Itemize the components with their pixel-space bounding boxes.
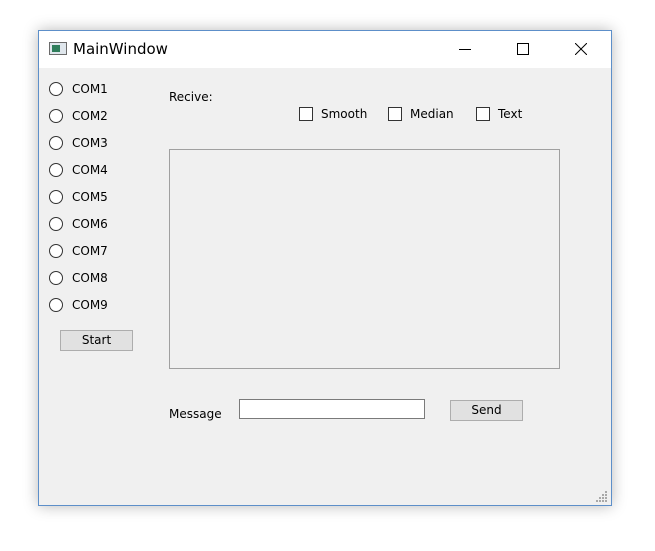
radio-com2[interactable]: COM2 — [49, 107, 108, 125]
radio-label: COM3 — [72, 136, 108, 150]
radio-label: COM5 — [72, 190, 108, 204]
radio-com1[interactable]: COM1 — [49, 80, 108, 98]
maximize-icon — [517, 43, 529, 55]
checkbox-text[interactable]: Text — [476, 106, 522, 122]
radio-indicator[interactable] — [49, 298, 63, 312]
receive-output-area[interactable] — [169, 149, 560, 369]
radio-indicator[interactable] — [49, 109, 63, 123]
radio-indicator[interactable] — [49, 136, 63, 150]
radio-indicator[interactable] — [49, 217, 63, 231]
radio-indicator[interactable] — [49, 190, 63, 204]
checkbox-indicator[interactable] — [388, 107, 402, 121]
minimize-button[interactable] — [442, 31, 488, 68]
radio-label: COM8 — [72, 271, 108, 285]
checkbox-indicator[interactable] — [476, 107, 490, 121]
radio-com3[interactable]: COM3 — [49, 134, 108, 152]
radio-label: COM2 — [72, 109, 108, 123]
radio-indicator[interactable] — [49, 163, 63, 177]
radio-label: COM1 — [72, 82, 108, 96]
radio-indicator[interactable] — [49, 271, 63, 285]
radio-com8[interactable]: COM8 — [49, 269, 108, 287]
close-icon — [575, 43, 587, 55]
send-button[interactable]: Send — [450, 400, 523, 421]
main-window: MainWindow COM1 COM2 COM3 COM4 COM5 COM6… — [38, 30, 612, 506]
checkbox-smooth[interactable]: Smooth — [299, 106, 367, 122]
radio-indicator[interactable] — [49, 244, 63, 258]
radio-label: COM7 — [72, 244, 108, 258]
radio-com4[interactable]: COM4 — [49, 161, 108, 179]
start-button[interactable]: Start — [60, 330, 133, 351]
radio-com5[interactable]: COM5 — [49, 188, 108, 206]
radio-com9[interactable]: COM9 — [49, 296, 108, 314]
maximize-button[interactable] — [500, 31, 546, 68]
radio-com7[interactable]: COM7 — [49, 242, 108, 260]
receive-label: Recive: — [169, 90, 213, 104]
close-button[interactable] — [558, 31, 604, 68]
radio-label: COM6 — [72, 217, 108, 231]
window-title: MainWindow — [73, 40, 168, 58]
checkbox-label: Median — [410, 107, 454, 121]
radio-label: COM4 — [72, 163, 108, 177]
checkbox-median[interactable]: Median — [388, 106, 454, 122]
checkbox-indicator[interactable] — [299, 107, 313, 121]
minimize-icon — [459, 49, 471, 50]
checkbox-label: Smooth — [321, 107, 368, 121]
radio-com6[interactable]: COM6 — [49, 215, 108, 233]
app-window-icon — [49, 42, 67, 55]
resize-grip-icon[interactable] — [596, 490, 608, 502]
radio-label: COM9 — [72, 298, 108, 312]
message-label: Message — [169, 407, 222, 421]
checkbox-label: Text — [498, 107, 523, 121]
radio-indicator[interactable] — [49, 82, 63, 96]
message-input[interactable] — [239, 399, 425, 419]
title-bar[interactable]: MainWindow — [39, 31, 611, 68]
